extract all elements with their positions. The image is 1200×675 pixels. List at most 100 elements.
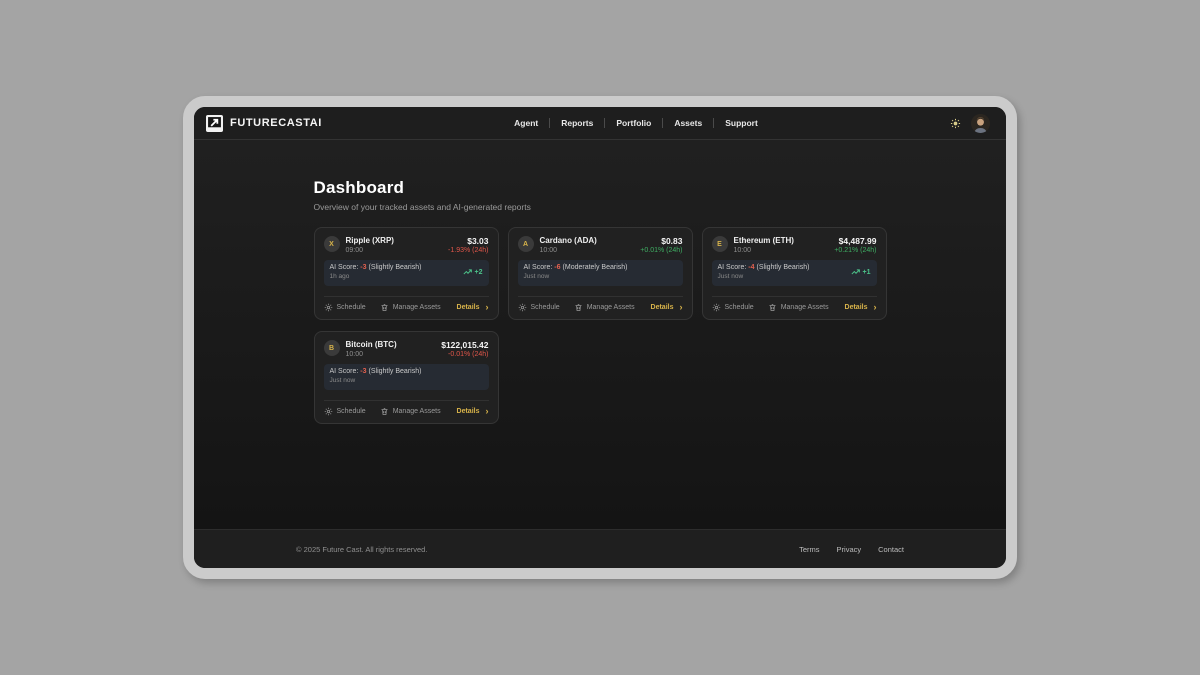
asset-name: Ripple (XRP) [346, 236, 449, 246]
coin-initial: X [329, 241, 334, 248]
chevron-right-icon: › [874, 303, 877, 312]
asset-change: -1.93% (24h) [448, 247, 488, 254]
trend-value: +1 [863, 269, 871, 276]
nav-item-support[interactable]: Support [714, 118, 769, 128]
app-footer: © 2025 Future Cast. All rights reserved.… [194, 529, 1006, 568]
footer-link-terms[interactable]: Terms [799, 545, 819, 554]
asset-price: $0.83 [640, 236, 682, 246]
sun-icon [950, 118, 961, 129]
details-label: Details [457, 304, 480, 311]
chevron-right-icon: › [486, 407, 489, 416]
footer-link-contact[interactable]: Contact [878, 545, 904, 554]
coin-avatar: X [324, 236, 340, 252]
asset-card-ada: A Cardano (ADA) 10:00 $0.83 +0.01% (24h) [508, 227, 693, 320]
trash-icon [574, 303, 583, 312]
nav-item-portfolio[interactable]: Portfolio [605, 118, 662, 128]
details-button[interactable]: Details › [457, 407, 489, 416]
page-subtitle: Overview of your tracked assets and AI-g… [314, 202, 887, 212]
trash-icon [380, 303, 389, 312]
schedule-label: Schedule [337, 408, 366, 415]
schedule-button[interactable]: Schedule [518, 303, 560, 312]
ai-updated: Just now [524, 273, 628, 281]
manage-assets-label: Manage Assets [587, 304, 635, 311]
ai-score-label: AI Score: [330, 264, 359, 271]
brand: FUTURECASTAI [206, 115, 322, 132]
top-navbar: FUTURECASTAI Agent Reports Portfolio Ass… [194, 107, 1006, 140]
nav-item-agent[interactable]: Agent [503, 118, 549, 128]
asset-card-btc: B Bitcoin (BTC) 10:00 $122,015.42 -0.01%… [314, 331, 499, 424]
asset-price: $122,015.42 [441, 340, 488, 350]
asset-name: Ethereum (ETH) [734, 236, 835, 246]
ai-updated: 1h ago [330, 273, 422, 281]
manage-assets-button[interactable]: Manage Assets [380, 407, 441, 416]
coin-avatar: B [324, 340, 340, 356]
schedule-label: Schedule [337, 304, 366, 311]
trash-icon [768, 303, 777, 312]
chevron-right-icon: › [486, 303, 489, 312]
details-button[interactable]: Details › [845, 303, 877, 312]
asset-card-xrp: X Ripple (XRP) 09:00 $3.03 -1.93% (24h) [314, 227, 499, 320]
manage-assets-label: Manage Assets [393, 304, 441, 311]
schedule-button[interactable]: Schedule [324, 407, 366, 416]
asset-change: +0.01% (24h) [640, 247, 682, 254]
nav-item-assets[interactable]: Assets [663, 118, 713, 128]
ai-sentiment: (Slightly Bearish) [369, 264, 422, 271]
manage-assets-button[interactable]: Manage Assets [574, 303, 635, 312]
user-avatar[interactable] [971, 114, 990, 133]
ai-score-panel: AI Score:-6(Moderately Bearish) Just now [518, 260, 683, 286]
gear-icon [712, 303, 721, 312]
details-label: Details [845, 304, 868, 311]
asset-time: 09:00 [346, 247, 449, 254]
details-button[interactable]: Details › [457, 303, 489, 312]
copyright-text: © 2025 Future Cast. All rights reserved. [296, 545, 427, 554]
schedule-label: Schedule [725, 304, 754, 311]
schedule-button[interactable]: Schedule [712, 303, 754, 312]
ai-score-panel: AI Score:-3(Slightly Bearish) 1h ago +2 [324, 260, 489, 286]
ai-score-panel: AI Score:-3(Slightly Bearish) Just now [324, 364, 489, 390]
coin-avatar: E [712, 236, 728, 252]
coin-avatar: A [518, 236, 534, 252]
footer-link-privacy[interactable]: Privacy [837, 545, 862, 554]
coin-initial: E [717, 241, 722, 248]
ai-score-label: AI Score: [718, 264, 747, 271]
ai-score-value: -3 [360, 368, 366, 375]
asset-change: +0.21% (24h) [834, 247, 876, 254]
schedule-button[interactable]: Schedule [324, 303, 366, 312]
asset-change: -0.01% (24h) [441, 351, 488, 358]
asset-time: 10:00 [734, 247, 835, 254]
asset-time: 10:00 [540, 247, 641, 254]
app-window: FUTURECASTAI Agent Reports Portfolio Ass… [183, 96, 1017, 579]
trending-up-icon [463, 267, 473, 277]
trash-icon [380, 407, 389, 416]
ai-updated: Just now [718, 273, 810, 281]
card-actions: Schedule Manage Assets Details › [712, 296, 877, 312]
coin-initial: B [329, 345, 334, 352]
ai-score-value: -3 [360, 264, 366, 271]
details-button[interactable]: Details › [651, 303, 683, 312]
card-actions: Schedule Manage Assets Details › [324, 296, 489, 312]
ai-sentiment: (Slightly Bearish) [369, 368, 422, 375]
details-label: Details [457, 408, 480, 415]
asset-card-eth: E Ethereum (ETH) 10:00 $4,487.99 +0.21% … [702, 227, 887, 320]
trending-up-icon [851, 267, 861, 277]
theme-toggle-button[interactable] [950, 118, 961, 129]
ai-score-panel: AI Score:-4(Slightly Bearish) Just now +… [712, 260, 877, 286]
manage-assets-button[interactable]: Manage Assets [768, 303, 829, 312]
coin-initial: A [523, 241, 528, 248]
arrow-up-right-icon [206, 115, 223, 132]
manage-assets-button[interactable]: Manage Assets [380, 303, 441, 312]
footer-links: Terms Privacy Contact [799, 545, 904, 554]
gear-icon [324, 407, 333, 416]
gear-icon [324, 303, 333, 312]
nav-item-reports[interactable]: Reports [550, 118, 604, 128]
avatar-photo [971, 114, 990, 133]
main-nav: Agent Reports Portfolio Assets Support [322, 118, 950, 128]
manage-assets-label: Manage Assets [393, 408, 441, 415]
asset-price: $3.03 [448, 236, 488, 246]
chevron-right-icon: › [680, 303, 683, 312]
page-title: Dashboard [314, 178, 887, 198]
ai-score-value: -6 [554, 264, 560, 271]
brand-name: FUTURECASTAI [230, 117, 322, 129]
trend-badge: +1 [851, 267, 871, 277]
schedule-label: Schedule [531, 304, 560, 311]
